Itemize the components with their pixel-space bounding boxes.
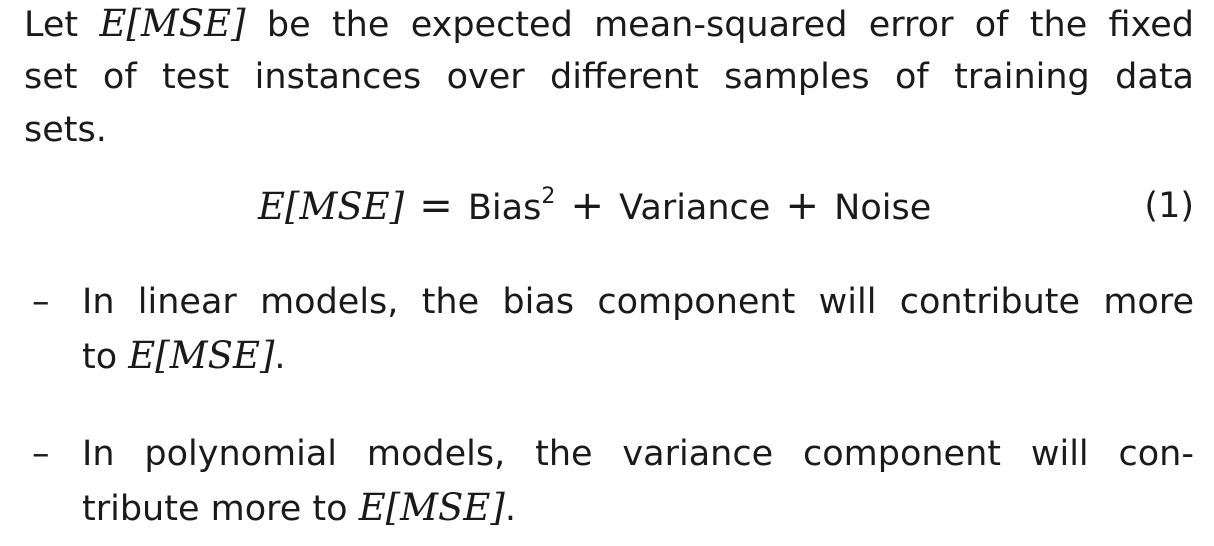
bullet-1-to: to — [82, 337, 118, 377]
bullet-dash: – — [32, 282, 50, 322]
equation-equals: = — [419, 183, 453, 229]
bullet-1-line-2: to E[MSE]. — [82, 334, 286, 378]
equation-lhs: E[MSE] — [258, 185, 405, 228]
bullet-1-line-1: In linear models, the bias component wil… — [82, 282, 1194, 322]
bullet-2-tribute-more-to: tribute more to — [82, 489, 348, 529]
bullet-2-line-1: In polynomial models, the variance compo… — [82, 434, 1194, 474]
bullet-1-math-expected-mse: E[MSE] — [128, 334, 275, 377]
equation-bias-term: Bias2 — [467, 186, 555, 229]
equation-variance-term: Variance — [619, 188, 771, 228]
equation-noise-term: Noise — [834, 188, 932, 228]
bullet-dash: – — [32, 434, 50, 474]
equation-number: (1) — [1144, 186, 1194, 226]
bullet-2-line-2: tribute more to E[MSE]. — [82, 486, 516, 530]
equation-bias-exponent: 2 — [541, 184, 556, 209]
definition-line-2: set of test instances over different sam… — [24, 57, 1194, 97]
bullet-2-period: . — [504, 489, 516, 529]
equation-1: E[MSE] = Bias2 + Variance + Noise — [258, 184, 931, 230]
definition-math-expected-mse: E[MSE] — [99, 2, 246, 45]
definition-line-1-rest: be the expected mean-squared error of th… — [266, 5, 1194, 45]
equation-plus-1: + — [570, 183, 604, 229]
definition-line-3: sets. — [24, 110, 107, 150]
equation-bias-label: Bias — [467, 188, 542, 228]
bullet-2-math-expected-mse: E[MSE] — [358, 486, 505, 529]
equation-plus-2: + — [785, 183, 819, 229]
definition-line-1: Let E[MSE] be the expected mean-squared … — [24, 2, 1194, 46]
bullet-1-period: . — [274, 337, 286, 377]
definition-let: Let — [24, 5, 79, 45]
